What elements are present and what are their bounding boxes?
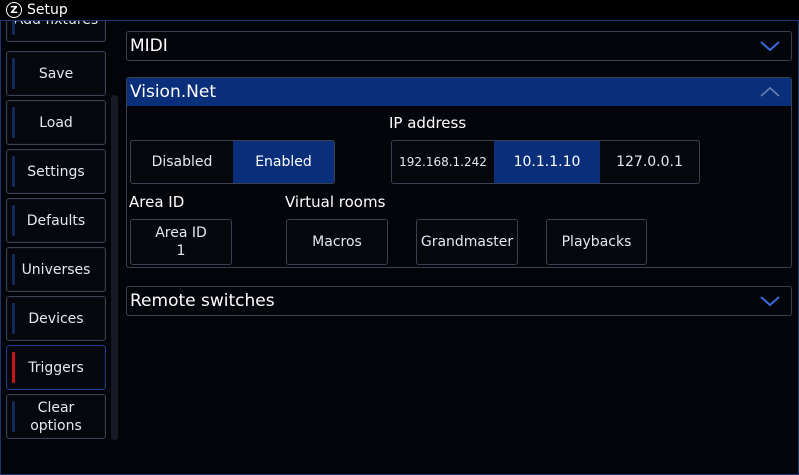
sidebar-item-universes[interactable]: Universes [6,247,106,292]
midi-section-title: MIDI [130,36,168,56]
remote-switches-section-title: Remote switches [130,291,275,311]
virtual-rooms-label: Virtual rooms [285,193,386,211]
chevron-up-icon [760,86,780,97]
app-logo-icon: Z [6,2,22,18]
remote-switches-section-header[interactable]: Remote switches [127,287,791,315]
area-id-button[interactable]: Area ID 1 [130,219,232,265]
visionnet-section-header[interactable]: Vision.Net [127,78,791,106]
sidebar-item-triggers[interactable]: Triggers [6,345,106,390]
sidebar-item-clear-options[interactable]: Clear options [6,394,106,439]
window-title: Setup [27,2,68,18]
sidebar-item-add-fixtures[interactable]: Add fixtures [6,21,106,42]
ip-option-3[interactable]: 127.0.0.1 [600,141,699,183]
sidebar-item-settings[interactable]: Settings [6,149,106,194]
area-id-value: 1 [176,243,186,259]
mode-disabled-button[interactable]: Disabled [131,141,233,183]
ip-option-2[interactable]: 10.1.1.10 [494,141,600,183]
ip-option-1[interactable]: 192.168.1.242 [392,141,494,183]
mode-enabled-button[interactable]: Enabled [233,141,334,183]
sidebar-item-load[interactable]: Load [6,100,106,145]
sidebar-item-save[interactable]: Save [6,51,106,96]
visionnet-mode-toggle: Disabled Enabled [130,140,335,184]
sidebar-scrollbar[interactable] [111,95,118,440]
playbacks-button[interactable]: Playbacks [546,219,647,265]
macros-button[interactable]: Macros [286,219,388,265]
chevron-down-icon [760,296,780,307]
remote-switches-section[interactable]: Remote switches [126,286,792,316]
area-id-button-title: Area ID [155,225,207,241]
sidebar: Add fixtures Save Load Settings Defaults… [4,21,108,441]
visionnet-section-title: Vision.Net [130,82,216,102]
sidebar-item-devices[interactable]: Devices [6,296,106,341]
ip-address-selector: 192.168.1.242 10.1.1.10 127.0.0.1 [391,140,700,184]
midi-section-header[interactable]: MIDI [127,32,791,60]
sidebar-item-defaults[interactable]: Defaults [6,198,106,243]
title-bar: Z Setup [0,0,799,21]
ip-address-label: IP address [389,114,467,132]
chevron-down-icon [760,41,780,52]
midi-section[interactable]: MIDI [126,31,792,61]
area-id-label: Area ID [129,193,185,211]
grandmaster-button[interactable]: Grandmaster [416,219,518,265]
